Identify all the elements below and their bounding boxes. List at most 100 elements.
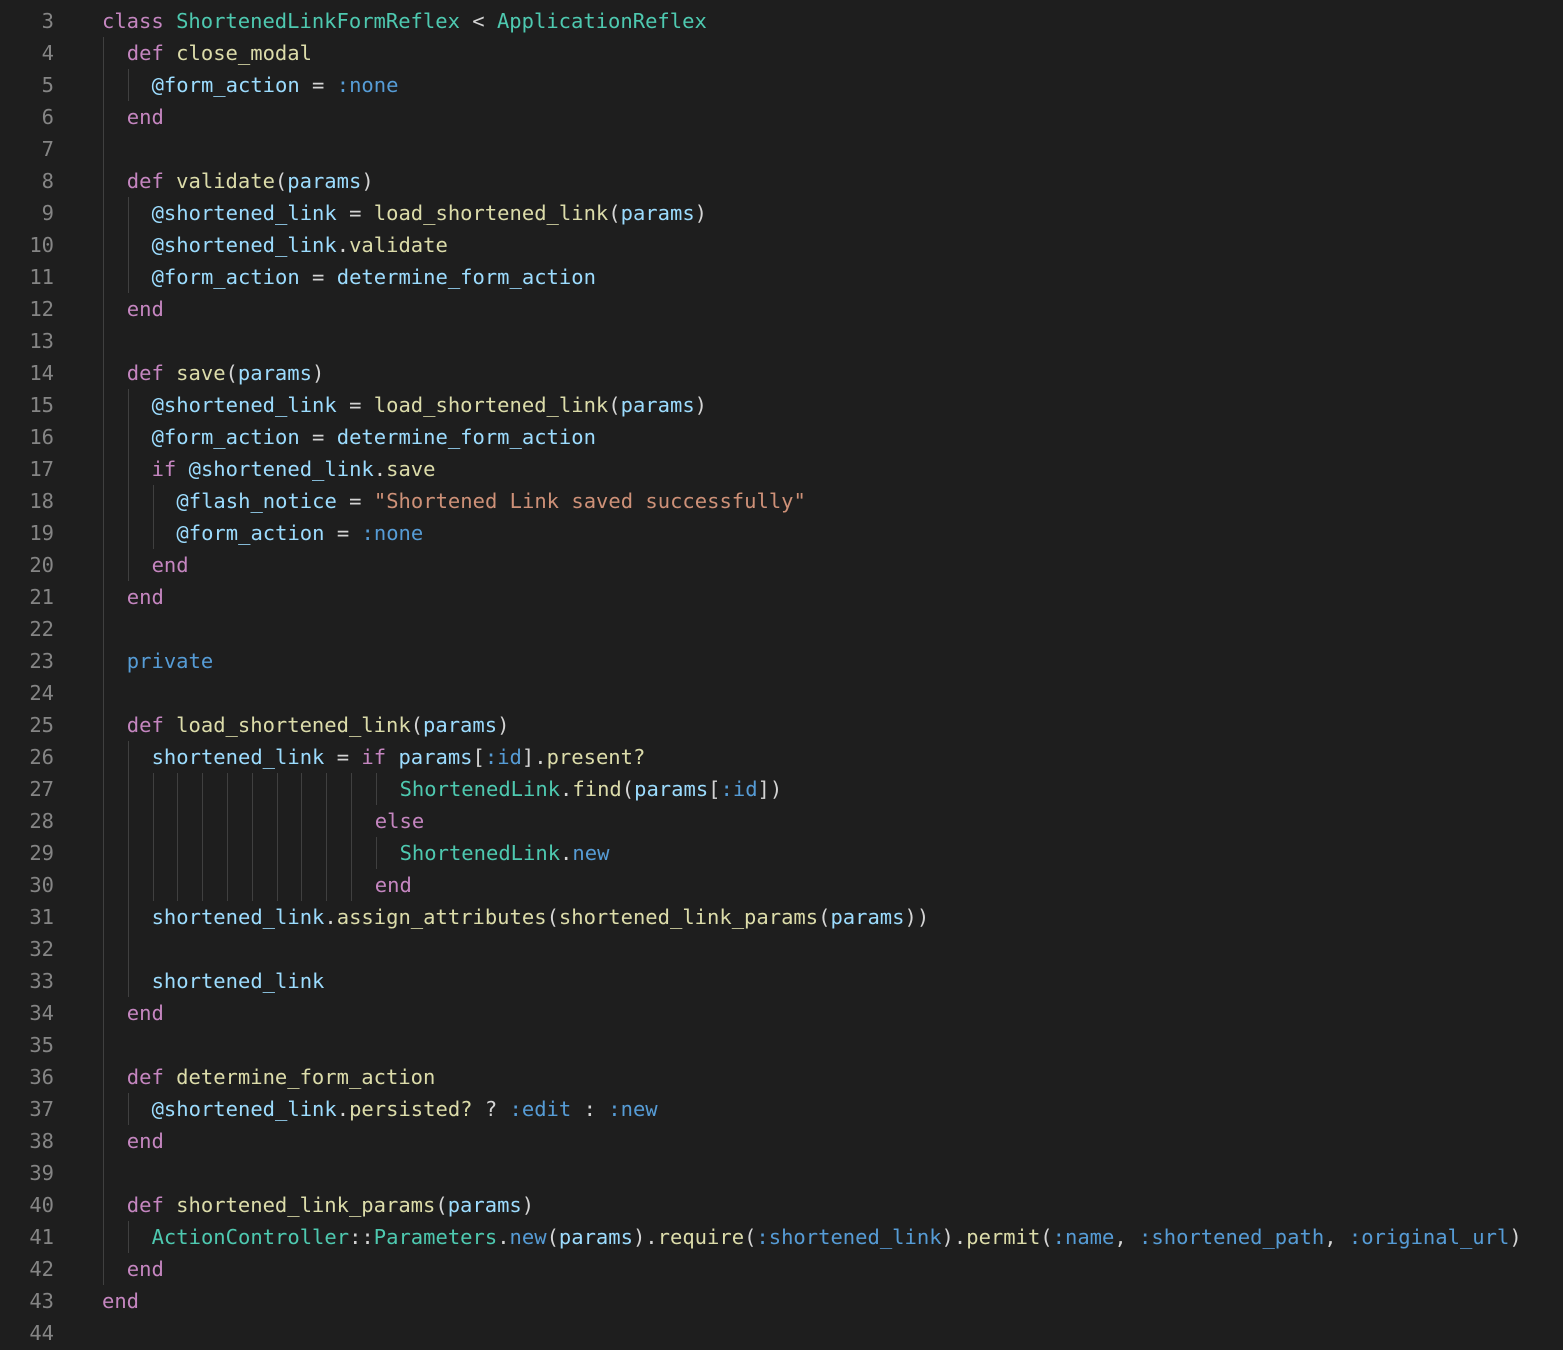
code-token: ) [497,713,510,737]
line-number: 9 [41,201,54,225]
code-token: . [497,1225,510,1249]
code-line[interactable]: end [127,101,164,133]
code-token: ApplicationReflex [496,9,707,33]
line-number: 24 [29,681,54,705]
code-line[interactable]: @form_action = determine_form_action [152,421,596,453]
code-line[interactable]: def validate(params) [127,165,374,197]
indent-guide [301,773,303,901]
indent-guide [127,197,129,293]
code-line[interactable]: @shortened_link = load_shortened_link(pa… [152,197,707,229]
code-line[interactable]: end [127,293,164,325]
code-token: end [374,873,412,897]
line-number: 17 [29,457,54,481]
code-editor[interactable]: 3 4 5 6 7 8 9 10 11 12 13 14 15 16 17 18 19 20 21 22 23 24 25 2… [0,0,1563,1350]
code-line[interactable]: ShortenedLink.find(params[:id]) [400,773,783,805]
code-token: , [1114,1225,1140,1249]
code-token: ( [546,1225,559,1249]
code-line[interactable]: ActionController::Parameters.new(params)… [152,1221,1522,1253]
code-token: @shortened_link [188,457,374,481]
code-token: . [373,457,387,481]
code-token: ( [744,1225,757,1249]
code-area[interactable]: class ShortenedLinkFormReflex < Applicat… [102,0,1557,1350]
code-line[interactable]: end [127,997,164,1029]
code-token: = [324,745,362,769]
code-token: params [830,905,905,929]
code-token: params [620,201,695,225]
code-line[interactable]: else [375,805,424,837]
code-line[interactable]: def save(params) [127,357,325,389]
code-token: @form_action [176,521,325,545]
code-token: @shortened_link [151,233,337,257]
code-token: :original_url [1348,1225,1510,1249]
code-line[interactable]: def determine_form_action [127,1061,436,1093]
code-line[interactable]: def load_shortened_link(params) [127,709,510,741]
code-token: . [336,1097,350,1121]
code-line[interactable]: end [127,1253,164,1285]
code-token: private [126,649,214,673]
code-line[interactable]: @form_action = :none [176,517,423,549]
line-number: 44 [29,1321,54,1345]
code-line[interactable]: class ShortenedLinkFormReflex < Applicat… [102,5,707,37]
code-line[interactable]: end [152,549,189,581]
code-token: load_shortened_link [176,713,411,737]
code-token: end [126,1001,164,1025]
line-number: 33 [29,969,54,993]
line-number: 34 [29,1001,54,1025]
code-token: [ [472,745,485,769]
line-number-gutter: 3 4 5 6 7 8 9 10 11 12 13 14 15 16 17 18 19 20 21 22 23 24 25 2… [0,0,70,1350]
indent-guide [103,37,104,1285]
code-line[interactable]: if @shortened_link.save [152,453,436,485]
code-token: ( [546,905,559,929]
code-line[interactable]: end [375,869,412,901]
code-token: @flash_notice [176,489,337,513]
code-token: end [102,1289,140,1313]
code-token: = [336,489,374,513]
code-line[interactable]: shortened_link [152,965,325,997]
code-line[interactable]: shortened_link.assign_attributes(shorten… [152,901,930,933]
code-token: : [571,1097,609,1121]
code-token: @form_action [151,73,300,97]
code-line[interactable]: @shortened_link.persisted? ? :edit : :ne… [152,1093,658,1125]
code-line[interactable]: def shortened_link_params(params) [127,1189,534,1221]
code-token: params [237,361,312,385]
code-token: :none [361,521,424,545]
indent-guide [127,69,129,101]
code-token: def [126,1065,177,1089]
code-line[interactable]: shortened_link = if params[:id].present? [152,741,646,773]
code-line[interactable]: @form_action = :none [152,69,399,101]
code-token: def [126,41,177,65]
code-token: :shortened_link [756,1225,942,1249]
code-token: end [126,1129,164,1153]
code-line[interactable]: end [127,581,164,613]
line-number: 22 [29,617,54,641]
code-token: = [299,73,337,97]
code-line[interactable]: ShortenedLink.new [400,837,610,869]
code-line[interactable]: @form_action = determine_form_action [152,261,596,293]
code-token: . [560,841,573,865]
code-token: :edit [509,1097,572,1121]
code-token: shortened_link [151,745,325,769]
code-token: ) [1509,1225,1522,1249]
code-line[interactable]: def close_modal [127,37,312,69]
code-line[interactable]: private [127,645,213,677]
code-token: @shortened_link [151,201,337,225]
code-token: :: [349,1225,374,1249]
code-line[interactable]: @flash_notice = "Shortened Link saved su… [176,485,805,517]
line-number: 37 [29,1097,54,1121]
line-number: 21 [29,585,54,609]
line-number: 32 [29,937,54,961]
indent-guide [326,773,328,901]
code-line[interactable]: end [127,1125,164,1157]
code-line[interactable]: @shortened_link.validate [152,229,448,261]
code-token: shortened_link [151,905,325,929]
code-token: ActionController [151,1225,350,1249]
indent-guide [127,741,129,997]
code-token: ) [694,201,708,225]
code-token: , [1324,1225,1349,1249]
code-token: validate [349,233,448,257]
line-number: 42 [29,1257,54,1281]
code-token: Parameters [373,1225,498,1249]
code-line[interactable]: end [102,1285,139,1317]
code-token: :new [608,1097,658,1121]
code-line[interactable]: @shortened_link = load_shortened_link(pa… [152,389,707,421]
